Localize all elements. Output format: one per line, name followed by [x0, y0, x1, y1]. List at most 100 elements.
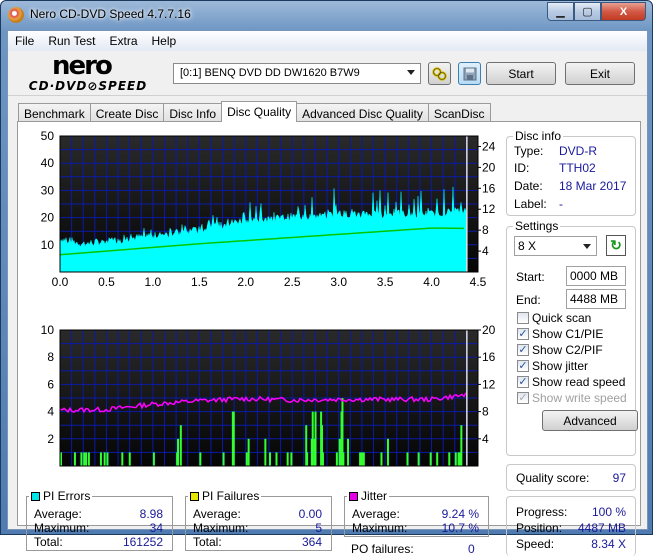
start-input[interactable]: 0000 MB: [566, 266, 626, 286]
tab-advanced-disc-quality[interactable]: Advanced Disc Quality: [296, 103, 429, 122]
pi-failures-max-label: Maximum:: [193, 521, 249, 535]
x-tick-label: 4.0: [423, 469, 440, 470]
tab-scandisc[interactable]: ScanDisc: [427, 103, 491, 122]
pi-failure-bar: [247, 438, 250, 466]
menu-bar: File Run Test Extra Help: [8, 31, 647, 51]
menu-run-test[interactable]: Run Test: [41, 34, 102, 48]
minimize-button[interactable]: ▁: [547, 2, 574, 21]
pi-failure-bar: [87, 452, 90, 466]
y-tick-label-left: 50: [41, 129, 55, 143]
pi-failure-bar: [335, 452, 338, 466]
x-tick-label: 3.0: [330, 275, 347, 289]
pi-failure-bar: [264, 438, 267, 466]
pi-failure-bar: [199, 452, 202, 466]
pi-failures-group: PI Failures Average: 0.00 Maximum: 5 Tot…: [185, 489, 332, 551]
y-tick-label-right: 12: [482, 377, 496, 391]
pi-failure-bar: [245, 452, 248, 466]
x-tick-label: 0.0: [52, 275, 69, 289]
tab-disc-info[interactable]: Disc Info: [163, 103, 223, 122]
show-read-speed-checkbox[interactable]: ✓ Show read speed: [517, 375, 625, 389]
show-c1-checkbox[interactable]: ✓ Show C1/PIE: [517, 327, 603, 341]
pi-failure-bar: [338, 438, 341, 466]
save-button[interactable]: [458, 62, 481, 85]
x-tick-label: 3.5: [377, 275, 394, 289]
y-tick-label-right: 8: [482, 223, 489, 237]
drive-config-button[interactable]: [428, 62, 451, 85]
settings-title: Settings: [513, 219, 561, 233]
app-window: Nero CD-DVD Speed 4.7.7.16 ▁ ▢ X File Ru…: [0, 0, 653, 556]
type-value: DVD-R: [559, 144, 597, 158]
refresh-speed-button[interactable]: ↻: [606, 235, 626, 256]
maximize-icon: ▢: [582, 6, 593, 18]
y-tick-label-right: 20: [482, 323, 496, 337]
floppy-disk-icon: [463, 67, 476, 80]
pi-failure-bar: [436, 452, 439, 466]
advanced-button[interactable]: Advanced: [542, 410, 638, 431]
tab-bar: Benchmark Create Disc Disc Info Disc Qua…: [18, 101, 491, 122]
pi-failure-bar: [380, 452, 383, 466]
y-tick-label-right: 12: [482, 202, 496, 216]
show-c2-checkbox[interactable]: ✓ Show C2/PIF: [517, 343, 603, 357]
chevron-down-icon: [583, 244, 591, 249]
pi-failure-bar: [290, 452, 293, 466]
drive-select[interactable]: [0:1] BENQ DVD DD DW1620 B7W9: [173, 63, 421, 84]
maximize-button[interactable]: ▢: [574, 2, 601, 21]
pi-failures-max-value: 5: [315, 521, 322, 535]
tab-benchmark[interactable]: Benchmark: [18, 103, 91, 122]
pi-failure-bar: [232, 411, 235, 466]
pi-failure-bar: [103, 452, 106, 466]
pi-failure-bar: [448, 452, 451, 466]
chevron-down-icon: [407, 70, 415, 75]
tab-create-disc[interactable]: Create Disc: [89, 103, 165, 122]
pi-failure-bar: [347, 438, 350, 466]
pi-errors-group: PI Errors Average: 8.98 Maximum: 34 Tota…: [26, 489, 173, 551]
menu-help[interactable]: Help: [145, 34, 184, 48]
quick-scan-checkbox[interactable]: Quick scan: [517, 311, 591, 325]
pi-failures-total-value: 364: [301, 535, 322, 549]
pi-failure-bar: [83, 452, 86, 466]
quality-score-value: 97: [612, 471, 626, 485]
pi-failure-bar: [99, 452, 102, 466]
pi-failure-bar: [458, 452, 461, 466]
show-read-speed-label: Show read speed: [532, 375, 626, 389]
pi-failure-bar: [406, 452, 409, 466]
close-button[interactable]: X: [601, 2, 646, 21]
pi-errors-avg-label: Average:: [34, 507, 82, 521]
exit-button[interactable]: Exit: [565, 62, 635, 85]
checkmark-icon: ✓: [517, 344, 529, 356]
refresh-icon: ↻: [610, 237, 622, 253]
close-icon: X: [619, 5, 628, 18]
progress-group: Progress: 100 % Position: 4487 MB Speed:…: [506, 496, 636, 556]
start-button[interactable]: Start: [486, 62, 556, 85]
settings-group: Settings 8 X ↻ Start: 0000 MB End: 4488 …: [506, 219, 638, 456]
pi-failures-avg-label: Average:: [193, 507, 241, 521]
pi-failure-bar: [222, 452, 225, 466]
show-jitter-checkbox[interactable]: ✓ Show jitter: [517, 359, 588, 373]
menu-file[interactable]: File: [8, 34, 41, 48]
x-tick-label: 4.0: [423, 275, 440, 289]
x-tick-label: 0.0: [52, 469, 69, 470]
type-label: Type:: [514, 144, 544, 158]
pi-failure-bar: [286, 452, 289, 466]
nero-app-icon: [8, 7, 24, 23]
tab-disc-quality[interactable]: Disc Quality: [221, 101, 298, 122]
jitter-avg-label: Average:: [352, 507, 400, 521]
quality-score-group: Quality score: 97: [506, 464, 636, 491]
pi-failure-bar: [177, 438, 180, 466]
y-tick-label-left: 8: [47, 350, 54, 364]
start-label: Start:: [516, 270, 545, 284]
y-tick-label-left: 40: [41, 156, 55, 170]
pi-failures-legend-icon: [190, 492, 199, 501]
checkmark-icon: ✓: [517, 376, 529, 388]
pi-failure-bar: [80, 452, 83, 466]
show-write-speed-checkbox: ✓ Show write speed: [517, 391, 627, 405]
pi-errors-chart: 0.0 0.5 1.0 1.5 2.0 2.5 3.0 3.5 4.0 4.5 10 20 30 40 50…: [41, 129, 496, 289]
minimize-icon: ▁: [556, 6, 565, 18]
checkbox-icon: [517, 312, 529, 324]
pi-failure-bar: [269, 452, 271, 466]
menu-extra[interactable]: Extra: [102, 34, 144, 48]
y-tick-label-right: 16: [482, 181, 496, 195]
speed-select[interactable]: 8 X: [514, 236, 597, 256]
position-label: Position:: [516, 521, 563, 535]
end-input[interactable]: 4488 MB: [566, 289, 626, 309]
